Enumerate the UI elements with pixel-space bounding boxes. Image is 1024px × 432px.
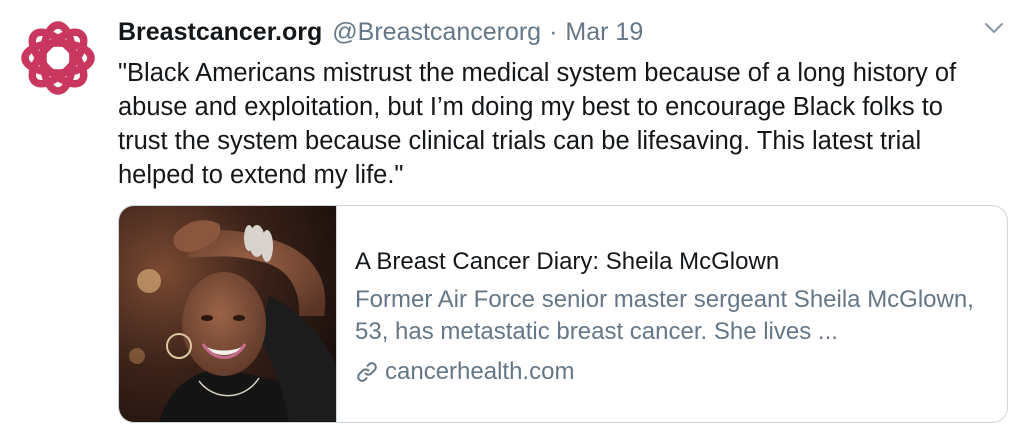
card-domain: cancerhealth.com [385,358,575,385]
card-domain-row[interactable]: cancerhealth.com [355,356,995,388]
chevron-down-icon[interactable] [982,16,1006,40]
card-body: A Breast Cancer Diary: Sheila McGlown Fo… [355,246,995,388]
tweet-text: "Black Americans mistrust the medical sy… [118,59,957,189]
tweet-date[interactable]: Mar 19 [565,18,643,47]
breastcancer-org-logo-icon [21,21,95,95]
avatar[interactable] [12,12,104,104]
card-image [119,206,337,422]
tweet-header: Breastcancer.org @Breastcancerorg · Mar … [118,14,643,50]
link-preview-card[interactable]: A Breast Cancer Diary: Sheila McGlown Fo… [118,205,1008,423]
link-icon [357,362,377,382]
separator-dot: · [549,17,558,46]
card-title[interactable]: A Breast Cancer Diary: Sheila McGlown [355,246,995,278]
display-name[interactable]: Breastcancer.org [118,18,322,47]
card-description: Former Air Force senior master sergeant … [355,286,974,345]
portrait-photo [119,206,336,422]
tweet[interactable]: Breastcancer.org @Breastcancerorg · Mar … [0,0,1024,432]
user-handle[interactable]: @Breastcancerorg [332,18,541,47]
